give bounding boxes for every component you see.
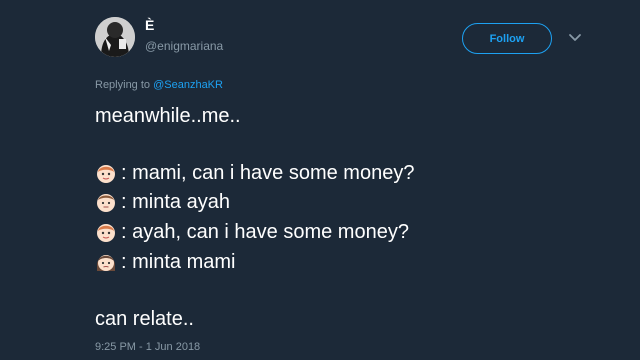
reply-mention-link[interactable]: @SeanzhaKR [153, 79, 223, 91]
tweet-intro: meanwhile..me.. [95, 104, 241, 128]
dialogue-text: : minta mami [121, 251, 236, 273]
man-face-icon [97, 194, 115, 212]
woman-face-icon [96, 255, 116, 271]
tweet-closing-text: can relate.. [95, 308, 194, 330]
replying-to: Replying to @SeanzhaKR [95, 79, 223, 91]
display-name[interactable]: È [145, 17, 154, 33]
tweet-timestamp[interactable]: 9:25 PM - 1 Jun 2018 [95, 341, 200, 353]
replying-prefix: Replying to [95, 79, 154, 91]
dialogue-line: : mami, can i have some money? [95, 161, 414, 185]
child-face-icon [97, 224, 115, 242]
tweet-closing: can relate.. [95, 307, 194, 331]
dialogue-text: : ayah, can i have some money? [121, 221, 409, 243]
child-face-icon [97, 165, 115, 183]
dialogue-text: : mami, can i have some money? [121, 162, 415, 184]
dialogue-line: : minta ayah [95, 190, 230, 214]
tweet-intro-text: meanwhile..me.. [95, 105, 241, 127]
dialogue-line: : ayah, can i have some money? [95, 220, 409, 244]
user-handle[interactable]: @enigmariana [145, 39, 223, 53]
chevron-down-icon[interactable] [567, 32, 583, 44]
avatar[interactable] [95, 17, 135, 57]
dialogue-text: : minta ayah [121, 191, 230, 213]
dialogue-line: : minta mami [95, 250, 235, 274]
follow-button[interactable]: Follow [462, 23, 552, 54]
